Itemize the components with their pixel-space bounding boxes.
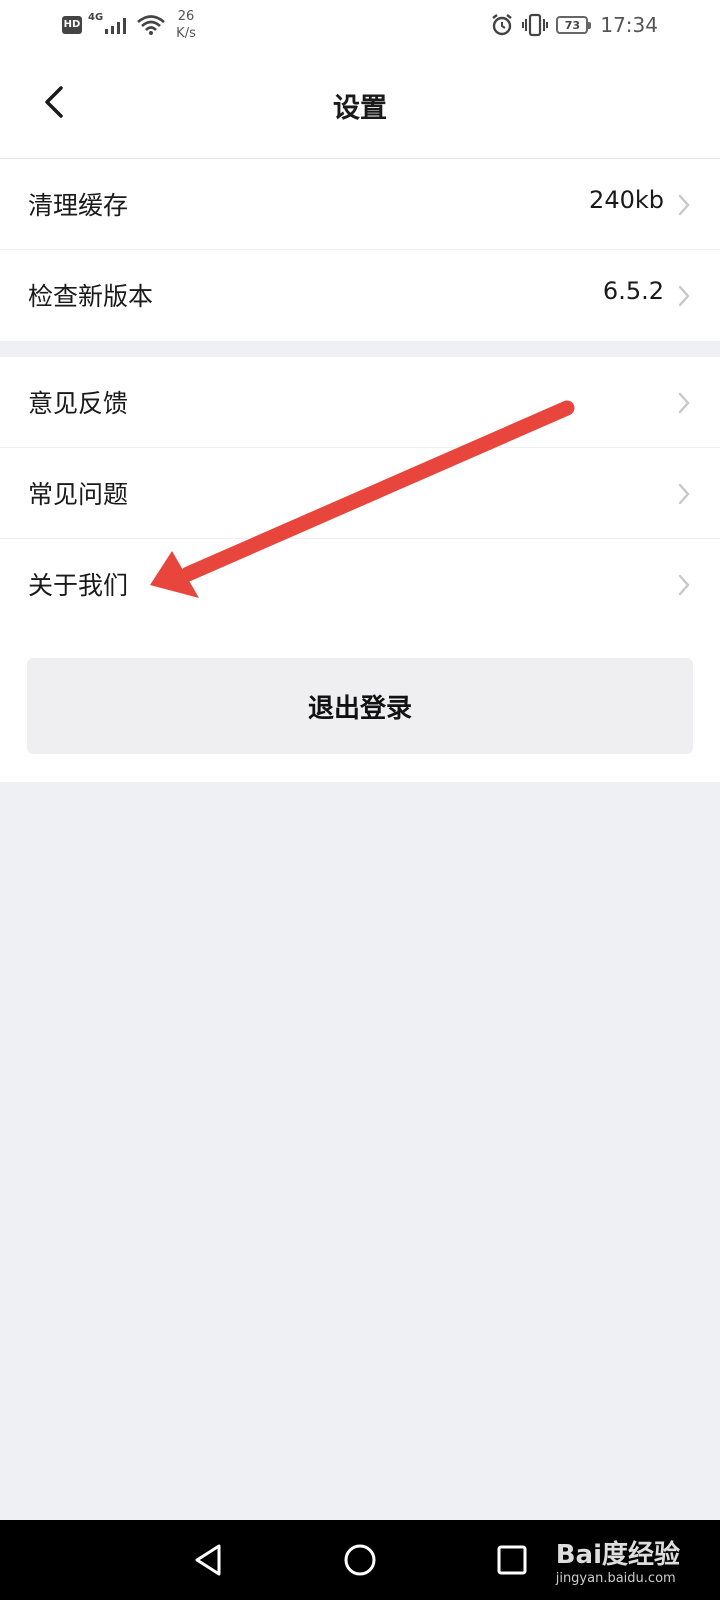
network-type-label: 4G bbox=[88, 11, 104, 23]
settings-group-support: 意见反馈 常见问题 关于我们 bbox=[0, 357, 720, 630]
nav-back-button[interactable] bbox=[186, 1538, 230, 1582]
nav-home-button[interactable] bbox=[338, 1538, 382, 1582]
logout-label: 退出登录 bbox=[307, 693, 412, 724]
status-left: HD 4G 26 K/s bbox=[62, 8, 196, 42]
status-bar: HD 4G 26 K/s 73 17:34 bbox=[0, 0, 720, 50]
row-label: 常见问题 bbox=[28, 480, 129, 509]
row-label: 意见反馈 bbox=[28, 389, 129, 418]
signal-icon bbox=[105, 18, 127, 34]
logout-section: 退出登录 bbox=[0, 630, 720, 782]
status-right: 73 17:34 bbox=[490, 8, 658, 42]
watermark-url: jingyan.baidu.com bbox=[555, 1571, 676, 1586]
check-version-row[interactable]: 检查新版本 6.5.2 bbox=[0, 250, 720, 341]
version-value: 6.5.2 bbox=[602, 277, 664, 305]
chevron-right-icon bbox=[678, 483, 690, 505]
baidu-jingyan-watermark: Bai度经验 jingyan.baidu.com bbox=[556, 1534, 680, 1586]
nav-recent-button[interactable] bbox=[490, 1538, 534, 1582]
chevron-right-icon bbox=[678, 574, 690, 596]
settings-group-cache-version: 清理缓存 240kb 检查新版本 6.5.2 bbox=[0, 159, 720, 341]
speed-value: 26 bbox=[177, 9, 195, 24]
watermark-brand: Bai度经验 bbox=[555, 1540, 680, 1570]
battery-icon: 73 bbox=[556, 16, 592, 34]
clear-cache-row[interactable]: 清理缓存 240kb bbox=[0, 159, 720, 250]
page-title: 设置 bbox=[333, 93, 387, 124]
faq-row[interactable]: 常见问题 bbox=[0, 448, 720, 539]
wifi-icon bbox=[137, 15, 166, 35]
nav-recent-icon bbox=[497, 1545, 527, 1575]
battery-level: 73 bbox=[564, 18, 581, 32]
feedback-row[interactable]: 意见反馈 bbox=[0, 357, 720, 448]
logout-button[interactable]: 退出登录 bbox=[27, 658, 693, 754]
network-speed: 26 K/s bbox=[176, 8, 196, 42]
hd-badge: HD bbox=[62, 16, 82, 34]
system-navigation-bar: Bai度经验 jingyan.baidu.com bbox=[0, 1520, 720, 1600]
vibrate-icon bbox=[522, 13, 549, 37]
alarm-icon bbox=[492, 14, 513, 36]
speed-unit: K/s bbox=[176, 26, 196, 41]
row-label: 检查新版本 bbox=[28, 282, 154, 311]
navigation-header: 设置 bbox=[0, 50, 720, 159]
status-time: 17:34 bbox=[600, 13, 658, 37]
row-label: 清理缓存 bbox=[28, 191, 129, 220]
chevron-right-icon bbox=[678, 392, 690, 414]
chevron-right-icon bbox=[678, 285, 690, 307]
nav-back-icon bbox=[195, 1544, 221, 1576]
nav-home-icon bbox=[344, 1544, 376, 1576]
about-us-row[interactable]: 关于我们 bbox=[0, 539, 720, 630]
row-label: 关于我们 bbox=[28, 571, 129, 600]
cache-size-value: 240kb bbox=[589, 186, 664, 214]
chevron-right-icon bbox=[678, 194, 690, 216]
